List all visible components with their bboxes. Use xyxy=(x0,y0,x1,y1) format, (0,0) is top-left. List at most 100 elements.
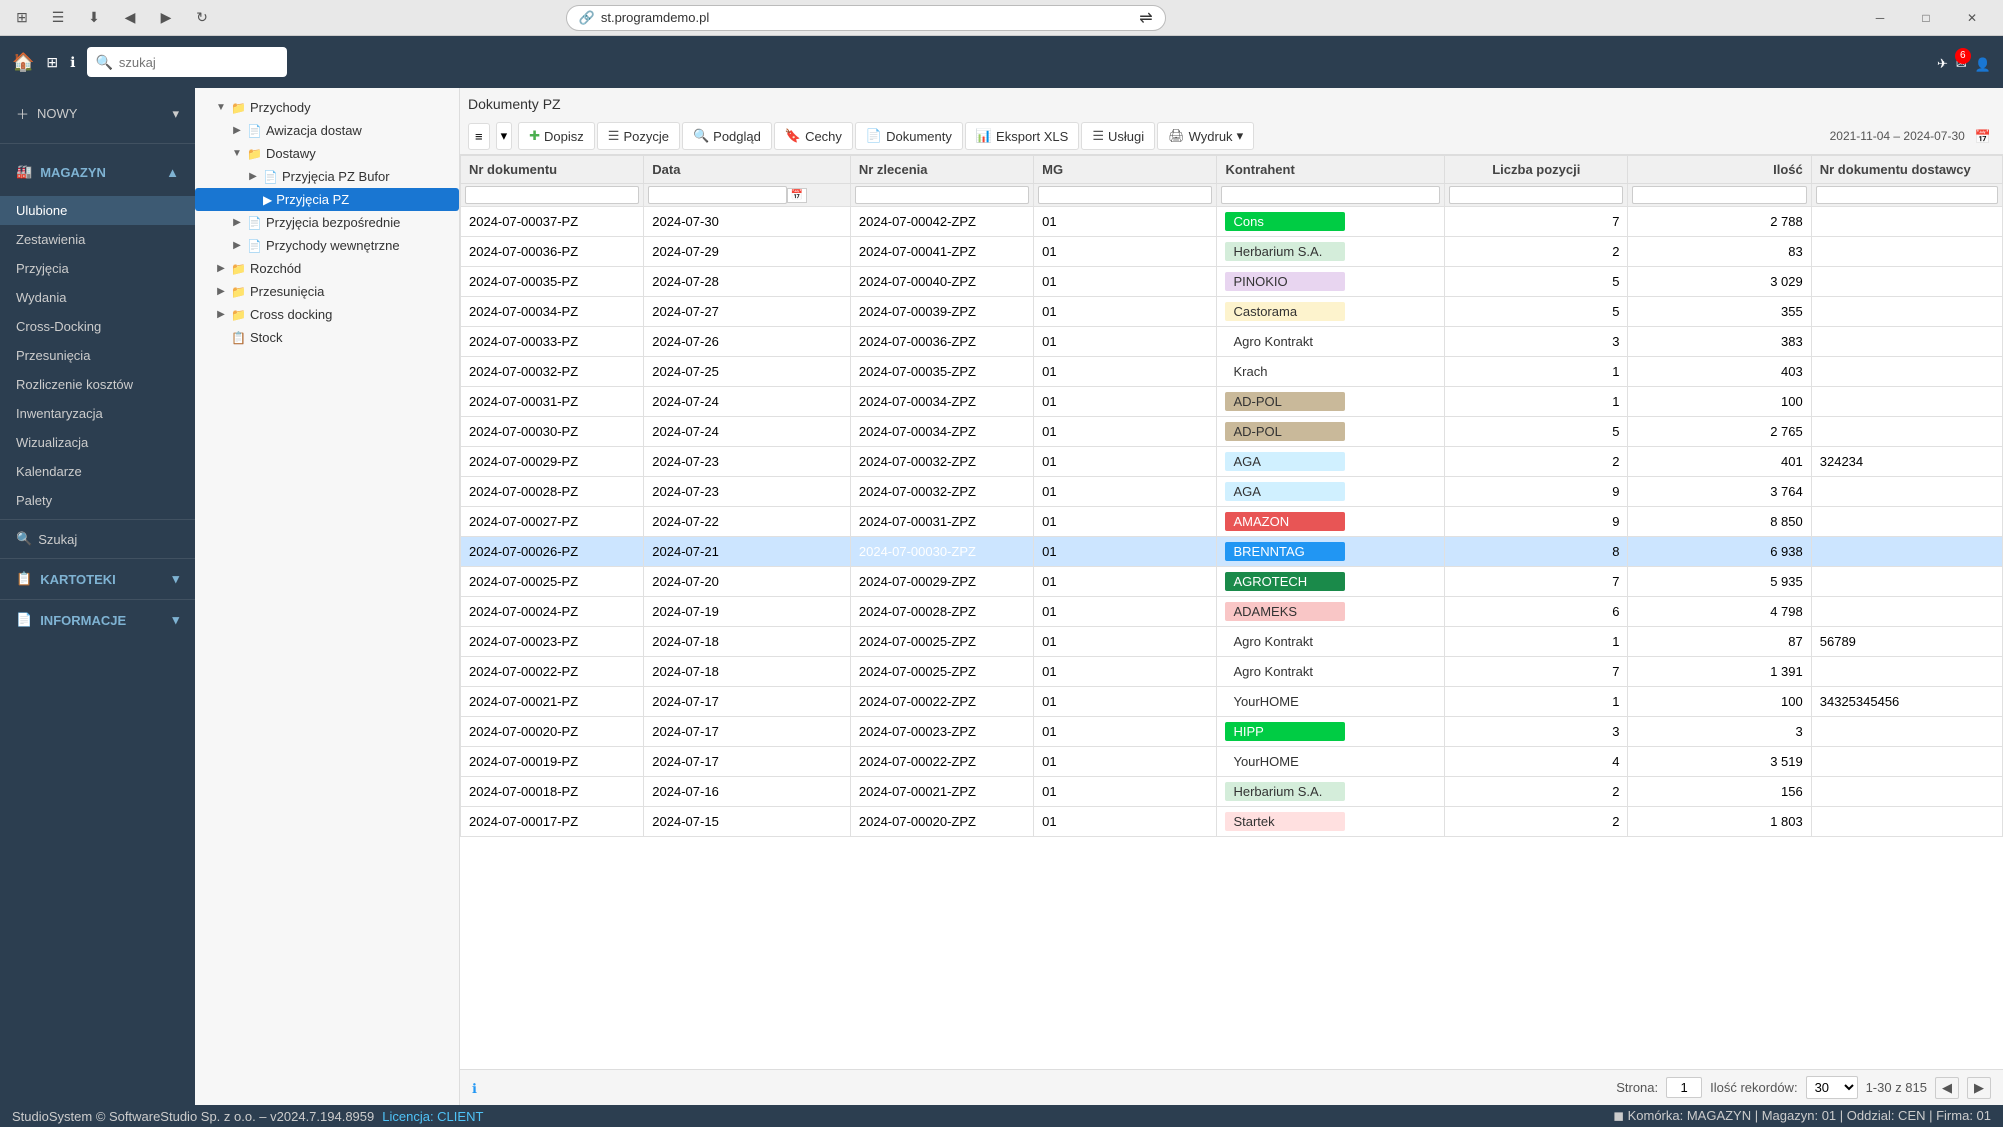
sidebar-item-zestawienia[interactable]: Zestawienia xyxy=(0,225,195,254)
table-row[interactable]: 2024-07-00026-PZ2024-07-212024-07-00030-… xyxy=(461,537,2003,567)
wydruk-button[interactable]: 🖨 Wydruk ▾ xyxy=(1157,122,1254,150)
filter-kontrahent[interactable] xyxy=(1217,184,1445,207)
table-row[interactable]: 2024-07-00029-PZ2024-07-232024-07-00032-… xyxy=(461,447,2003,477)
table-row[interactable]: 2024-07-00023-PZ2024-07-182024-07-00025-… xyxy=(461,627,2003,657)
filter-input-nr-dokumentu[interactable] xyxy=(465,186,639,204)
search-box[interactable]: 🔍 xyxy=(87,47,287,77)
table-row[interactable]: 2024-07-00036-PZ2024-07-292024-07-00041-… xyxy=(461,237,2003,267)
col-mg[interactable]: MG xyxy=(1034,156,1217,184)
nav-forward-button[interactable]: ▶ xyxy=(152,4,180,32)
sidebar-item-rozliczenie[interactable]: Rozliczenie kosztów xyxy=(0,370,195,399)
tree-item-rozchod[interactable]: ▶ 📁 Rozchód xyxy=(195,257,459,280)
col-ilosc[interactable]: Ilość xyxy=(1628,156,1811,184)
table-row[interactable]: 2024-07-00022-PZ2024-07-182024-07-00025-… xyxy=(461,657,2003,687)
filter-nr-zlecenia[interactable] xyxy=(850,184,1033,207)
records-per-page-select[interactable]: 10203050100 xyxy=(1806,1076,1858,1099)
nav-apps-button[interactable]: ⊞ xyxy=(8,4,36,32)
notification-button[interactable]: ✉ 6 xyxy=(1956,52,1967,73)
filter-input-nr-zlecenia[interactable] xyxy=(855,186,1029,204)
table-row[interactable]: 2024-07-00037-PZ2024-07-302024-07-00042-… xyxy=(461,207,2003,237)
tree-item-stock[interactable]: 📋 Stock xyxy=(195,326,459,349)
sidebar-item-cross-docking[interactable]: Cross-Docking xyxy=(0,312,195,341)
tree-item-przychody-wewnetrzne[interactable]: ▶ 📄 Przychody wewnętrzne xyxy=(195,234,459,257)
table-row[interactable]: 2024-07-00031-PZ2024-07-242024-07-00034-… xyxy=(461,387,2003,417)
filter-input-data[interactable] xyxy=(648,186,786,204)
table-row[interactable]: 2024-07-00032-PZ2024-07-252024-07-00035-… xyxy=(461,357,2003,387)
table-row[interactable]: 2024-07-00025-PZ2024-07-202024-07-00029-… xyxy=(461,567,2003,597)
table-row[interactable]: 2024-07-00028-PZ2024-07-232024-07-00032-… xyxy=(461,477,2003,507)
col-nr-zlecenia[interactable]: Nr zlecenia xyxy=(850,156,1033,184)
col-nr-dokumentu[interactable]: Nr dokumentu xyxy=(461,156,644,184)
sidebar-item-palety[interactable]: Palety xyxy=(0,486,195,515)
sidebar-item-wizualizacja[interactable]: Wizualizacja xyxy=(0,428,195,457)
col-data[interactable]: Data xyxy=(644,156,851,184)
filter-input-ilosc[interactable] xyxy=(1632,186,1806,204)
filter-nr-dokumentu[interactable] xyxy=(461,184,644,207)
sidebar-item-ulubione[interactable]: Ulubione xyxy=(0,196,195,225)
user-button[interactable]: 👤 xyxy=(1975,49,1991,75)
table-row[interactable]: 2024-07-00017-PZ2024-07-152024-07-00020-… xyxy=(461,807,2003,837)
sidebar-item-inwentaryzacja[interactable]: Inwentaryzacja xyxy=(0,399,195,428)
table-row[interactable]: 2024-07-00033-PZ2024-07-262024-07-00036-… xyxy=(461,327,2003,357)
nav-sidebar-button[interactable]: ☰ xyxy=(44,4,72,32)
search-input[interactable] xyxy=(119,55,269,70)
page-input[interactable] xyxy=(1666,1077,1702,1098)
date-filter-button[interactable]: 📅 xyxy=(787,188,807,203)
filter-input-dok-dostawcy[interactable] xyxy=(1816,186,1998,204)
uslugi-button[interactable]: ☰ Usługi xyxy=(1081,122,1155,150)
info-button[interactable]: ℹ xyxy=(472,1077,477,1098)
nav-back-button[interactable]: ◀ xyxy=(116,4,144,32)
nav-download-button[interactable]: ⬇ xyxy=(80,4,108,32)
tree-item-przychody[interactable]: ▼ 📁 Przychody xyxy=(195,96,459,119)
win-close-button[interactable]: ✕ xyxy=(1949,0,1995,36)
page-next-button[interactable]: ▶ xyxy=(1967,1077,1991,1099)
table-row[interactable]: 2024-07-00034-PZ2024-07-272024-07-00039-… xyxy=(461,297,2003,327)
filter-input-kontrahent[interactable] xyxy=(1221,186,1440,204)
filter-ilosc[interactable] xyxy=(1628,184,1811,207)
tree-item-cross-docking[interactable]: ▶ 📁 Cross docking xyxy=(195,303,459,326)
dokumenty-button[interactable]: 📄 Dokumenty xyxy=(855,122,963,150)
filter-liczba-pozycji[interactable] xyxy=(1445,184,1628,207)
toolbar-menu-button[interactable]: ≡ xyxy=(468,123,490,150)
col-nr-dok-dostawcy[interactable]: Nr dokumentu dostawcy xyxy=(1811,156,2002,184)
table-row[interactable]: 2024-07-00024-PZ2024-07-192024-07-00028-… xyxy=(461,597,2003,627)
table-row[interactable]: 2024-07-00021-PZ2024-07-172024-07-00022-… xyxy=(461,687,2003,717)
sidebar-magazyn-header[interactable]: 🏭 MAGAZYN ▲ xyxy=(0,156,195,188)
filter-mg[interactable] xyxy=(1034,184,1217,207)
tree-item-pz-bufor[interactable]: ▶ 📄 Przyjęcia PZ Bufor xyxy=(195,165,459,188)
page-prev-button[interactable]: ◀ xyxy=(1935,1077,1959,1099)
tree-item-przyjecia-bezposrednie[interactable]: ▶ 📄 Przyjęcia bezpośrednie xyxy=(195,211,459,234)
filter-input-mg[interactable] xyxy=(1038,186,1212,204)
sidebar-nowy-button[interactable]: ＋ NOWY ▾ xyxy=(0,96,195,131)
tree-item-przesunecia-tree[interactable]: ▶ 📁 Przesunięcia xyxy=(195,280,459,303)
eksport-xls-button[interactable]: 📊 Eksport XLS xyxy=(965,122,1079,150)
table-row[interactable]: 2024-07-00027-PZ2024-07-222024-07-00031-… xyxy=(461,507,2003,537)
table-row[interactable]: 2024-07-00035-PZ2024-07-282024-07-00040-… xyxy=(461,267,2003,297)
sidebar-kartoteki-header[interactable]: 📋 KARTOTEKI ▾ xyxy=(0,563,195,595)
table-row[interactable]: 2024-07-00030-PZ2024-07-242024-07-00034-… xyxy=(461,417,2003,447)
sidebar-item-przesunecia[interactable]: Przesunięcia xyxy=(0,341,195,370)
sidebar-item-przyjecia[interactable]: Przyjęcia xyxy=(0,254,195,283)
table-row[interactable]: 2024-07-00018-PZ2024-07-162024-07-00021-… xyxy=(461,777,2003,807)
filter-data[interactable]: 📅 xyxy=(644,184,851,207)
calendar-button[interactable]: 📅 xyxy=(1971,124,1995,149)
podglad-button[interactable]: 🔍 Podgląd xyxy=(682,122,772,150)
win-min-button[interactable]: ─ xyxy=(1857,0,1903,36)
col-liczba-pozycji[interactable]: Liczba pozycji xyxy=(1445,156,1628,184)
plane-button[interactable]: ✈ xyxy=(1937,52,1948,73)
filter-dok-dostawcy[interactable] xyxy=(1811,184,2002,207)
cechy-button[interactable]: 🔖 Cechy xyxy=(774,122,853,150)
tree-item-awizacja[interactable]: ▶ 📄 Awizacja dostaw xyxy=(195,119,459,142)
license-text[interactable]: Licencja: CLIENT xyxy=(382,1109,483,1124)
tree-item-pz[interactable]: ▶ Przyjęcia PZ xyxy=(195,188,459,211)
win-max-button[interactable]: □ xyxy=(1903,0,1949,36)
sidebar-item-wydania[interactable]: Wydania xyxy=(0,283,195,312)
table-row[interactable]: 2024-07-00019-PZ2024-07-172024-07-00022-… xyxy=(461,747,2003,777)
toolbar-dropdown-button[interactable]: ▾ xyxy=(496,122,513,150)
filter-input-liczba-pozycji[interactable] xyxy=(1449,186,1623,204)
col-kontrahent[interactable]: Kontrahent xyxy=(1217,156,1445,184)
sidebar-item-szukaj[interactable]: 🔍 Szukaj xyxy=(0,524,195,554)
table-row[interactable]: 2024-07-00020-PZ2024-07-172024-07-00023-… xyxy=(461,717,2003,747)
nav-refresh-button[interactable]: ↻ xyxy=(188,4,216,32)
dopisz-button[interactable]: ✚ Dopisz xyxy=(518,122,595,150)
